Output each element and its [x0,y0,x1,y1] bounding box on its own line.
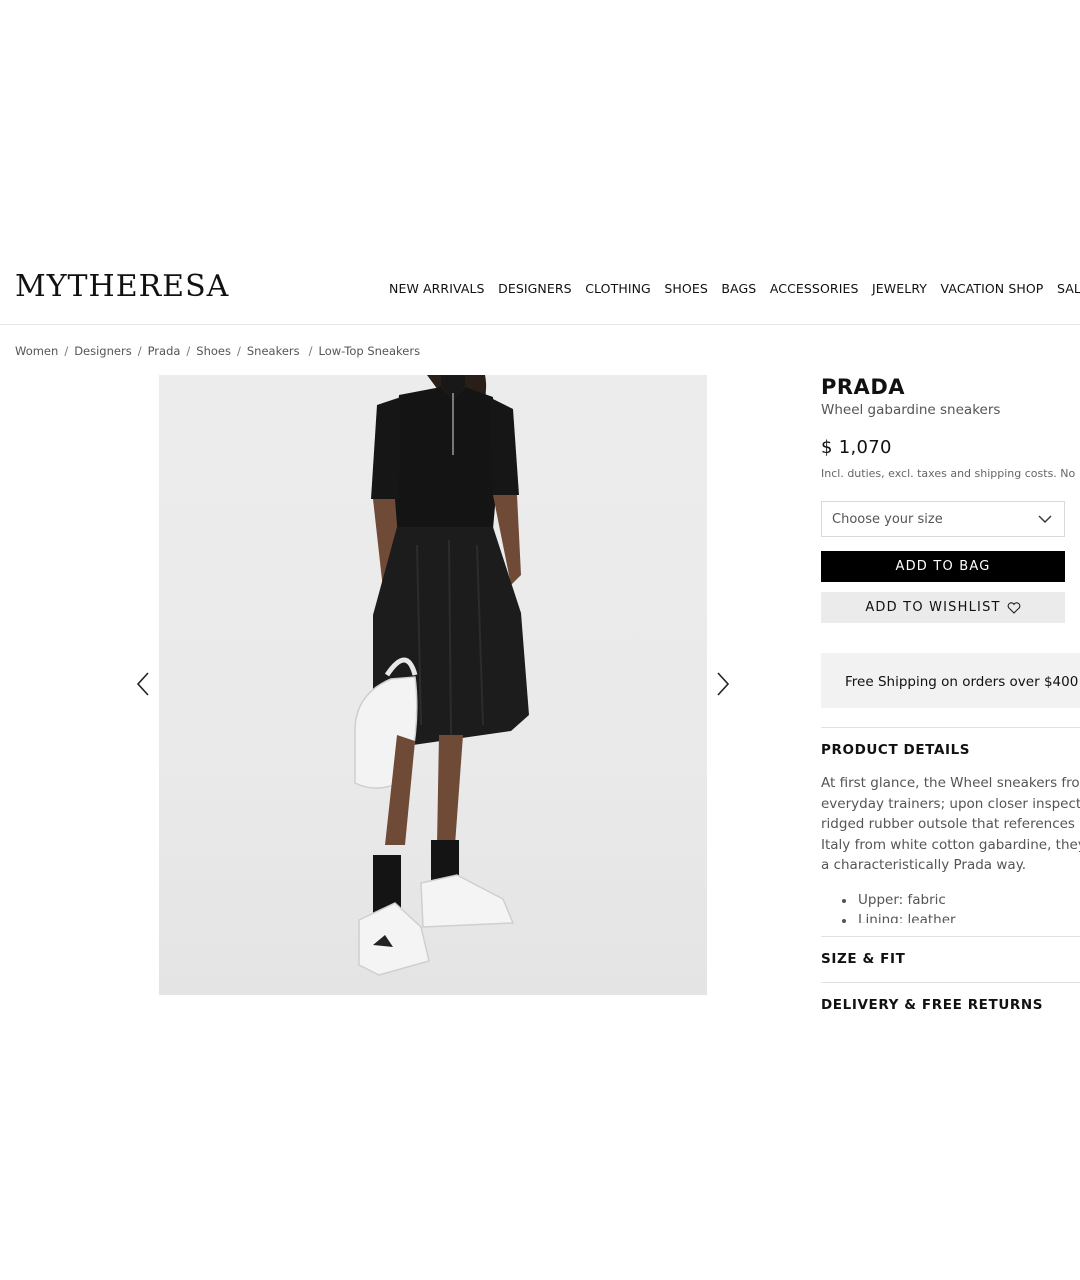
breadcrumb-prada[interactable]: Prada [148,344,181,358]
breadcrumb-low-top-sneakers[interactable]: Low-Top Sneakers [319,344,421,358]
heart-icon [1007,601,1021,614]
description-line: a characteristically Prada way. [821,857,1027,874]
product-price: $ 1,070 [821,437,892,458]
breadcrumb: Women / Designers / Prada / Shoes / Snea… [15,344,420,358]
product-page: MYTHERESA NEW ARRIVALS DESIGNERS CLOTHIN… [0,0,1080,1280]
divider [821,936,1080,937]
breadcrumb-sneakers[interactable]: Sneakers [247,344,300,358]
nav-vacation-shop[interactable]: VACATION SHOP [941,281,1044,296]
divider [821,727,1080,728]
breadcrumb-separator: / [64,344,69,358]
description-line: everyday trainers; upon closer inspectio… [821,795,1080,812]
nav-sale[interactable]: SALE [1057,281,1080,296]
chevron-right-icon [717,672,730,696]
details-bullet-list: Upper: fabric Lining: leather [821,890,1080,923]
description-line: ridged rubber outsole that references mo [821,816,1080,833]
nav-accessories[interactable]: ACCESSORIES [770,281,859,296]
chevron-down-icon [1038,515,1052,523]
product-details-heading[interactable]: PRODUCT DETAILS [821,742,970,758]
size-select[interactable]: Choose your size [821,501,1065,537]
breadcrumb-separator: / [186,344,191,358]
site-logo[interactable]: MYTHERESA [15,269,229,304]
chevron-left-icon [136,672,149,696]
delivery-returns-heading[interactable]: DELIVERY & FREE RETURNS [821,997,1043,1013]
gallery-next-button[interactable] [710,671,734,697]
size-fit-heading[interactable]: SIZE & FIT [821,951,905,967]
size-select-placeholder: Choose your size [832,512,943,527]
add-to-bag-button[interactable]: ADD TO BAG [821,551,1065,582]
details-bullet: Lining: leather [821,910,1080,923]
breadcrumb-separator: / [137,344,142,358]
product-description: At first glance, the Wheel sneakers from… [821,773,1080,876]
nav-designers[interactable]: DESIGNERS [498,281,572,296]
model-illustration [354,375,529,976]
nav-jewelry[interactable]: JEWELRY [872,281,927,296]
nav-shoes[interactable]: SHOES [664,281,708,296]
product-brand[interactable]: PRADA [821,375,905,399]
breadcrumb-women[interactable]: Women [15,344,58,358]
description-line: At first glance, the Wheel sneakers from… [821,775,1080,791]
shipping-text: Free Shipping on orders over $400 [845,674,1079,690]
breadcrumb-designers[interactable]: Designers [74,344,132,358]
product-image[interactable] [159,375,707,995]
breadcrumb-separator: / [237,344,241,358]
details-bullet: Upper: fabric [821,890,1080,910]
description-line: Italy from white cotton gabardine, they'… [821,836,1080,853]
shipping-banner: Free Shipping on orders over $400 [821,653,1080,708]
add-to-bag-label: ADD TO BAG [895,559,991,574]
site-header: MYTHERESA NEW ARRIVALS DESIGNERS CLOTHIN… [0,252,1080,325]
add-to-wishlist-button[interactable]: ADD TO WISHLIST [821,592,1065,623]
nav-clothing[interactable]: CLOTHING [585,281,651,296]
main-nav: NEW ARRIVALS DESIGNERS CLOTHING SHOES BA… [389,281,1080,296]
divider [821,982,1080,983]
nav-bags[interactable]: BAGS [721,281,756,296]
add-to-wishlist-label: ADD TO WISHLIST [865,600,1001,615]
product-name: Wheel gabardine sneakers [821,402,1001,418]
breadcrumb-shoes[interactable]: Shoes [196,344,231,358]
price-note: Incl. duties, excl. taxes and shipping c… [821,467,1076,480]
gallery-prev-button[interactable] [132,671,156,697]
breadcrumb-separator: / [308,344,313,358]
nav-new-arrivals[interactable]: NEW ARRIVALS [389,281,485,296]
